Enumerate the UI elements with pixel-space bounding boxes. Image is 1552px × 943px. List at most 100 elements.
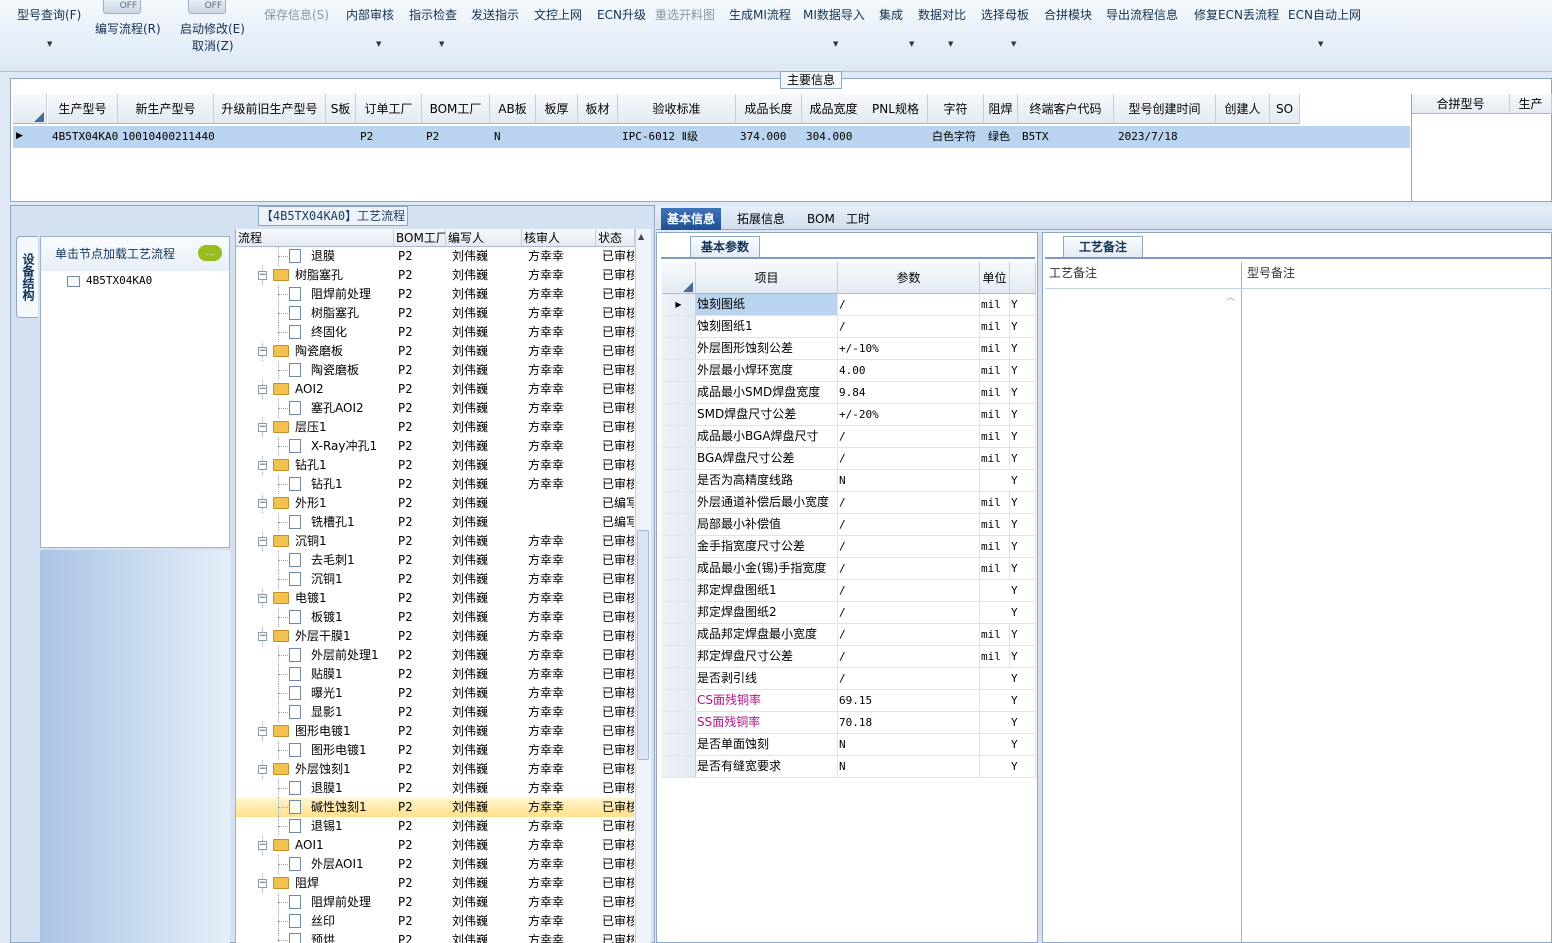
flow-row[interactable]: 退膜1 P2 刘伟巍 方幸幸 已审核 bbox=[236, 779, 634, 798]
scroll-up-icon[interactable]: ︿ bbox=[1226, 290, 1235, 303]
params-col-header[interactable]: 参数 bbox=[838, 262, 980, 294]
param-row[interactable]: ▶ 蚀刻图纸 / mil Y bbox=[662, 294, 1036, 316]
main-cell[interactable]: 白色字符 bbox=[930, 126, 986, 148]
param-row[interactable]: 是否有缝宽要求 N Y bbox=[662, 756, 1036, 778]
toolbar-button-7[interactable]: 文控上网 bbox=[534, 6, 582, 23]
flow-row[interactable]: X-Ray冲孔1 P2 刘伟巍 方幸幸 已审核 bbox=[236, 437, 634, 456]
main-cell[interactable] bbox=[216, 126, 328, 148]
main-cell[interactable]: 374.000 bbox=[738, 126, 804, 148]
main-cell[interactable]: 4B5TX04KA0 bbox=[50, 126, 120, 148]
param-row[interactable]: 局部最小补偿值 / mil Y bbox=[662, 514, 1036, 536]
param-row[interactable]: 成品最小SMD焊盘宽度 9.84 mil Y bbox=[662, 382, 1036, 404]
flow-row-selected[interactable]: 碱性蚀刻1 P2 刘伟巍 方幸幸 已审核 bbox=[236, 798, 634, 817]
main-col-header[interactable]: 板厚 bbox=[536, 94, 578, 124]
toolbar-button-6[interactable]: 发送指示 bbox=[471, 6, 519, 23]
param-cell-param[interactable]: / bbox=[838, 580, 980, 601]
flow-col-header[interactable]: 核审人 bbox=[522, 229, 596, 247]
main-cell[interactable]: N bbox=[492, 126, 538, 148]
toolbar-button-14[interactable]: 选择母板 bbox=[981, 6, 1029, 23]
param-cell-param[interactable]: / bbox=[838, 514, 980, 535]
param-cell-param[interactable]: / bbox=[838, 448, 980, 469]
tab-equipment-structure[interactable]: 设备结构 bbox=[16, 236, 38, 318]
row-header[interactable] bbox=[662, 646, 696, 667]
row-header[interactable] bbox=[662, 382, 696, 403]
main-cell[interactable]: B5TX bbox=[1020, 126, 1116, 148]
param-cell-param[interactable]: / bbox=[838, 426, 980, 447]
param-cell-param[interactable]: +/-20% bbox=[838, 404, 980, 425]
flow-col-header[interactable]: BOM工厂 bbox=[394, 229, 446, 247]
dropdown-arrow-icon[interactable]: ▼ bbox=[909, 40, 914, 48]
main-col-header[interactable]: 创建人 bbox=[1216, 94, 1270, 124]
dropdown-arrow-icon[interactable]: ▼ bbox=[47, 40, 52, 48]
main-cell[interactable] bbox=[866, 126, 930, 148]
flow-row[interactable]: 阻焊前处理 P2 刘伟巍 方幸幸 已审核 bbox=[236, 893, 634, 912]
param-cell-param[interactable]: +/-10% bbox=[838, 338, 980, 359]
toolbar-button-3[interactable]: 保存信息(S) bbox=[264, 6, 329, 23]
collapse-toggle-icon[interactable]: − bbox=[258, 841, 267, 850]
dropdown-arrow-icon[interactable]: ▼ bbox=[439, 40, 444, 48]
row-header[interactable] bbox=[662, 514, 696, 535]
flow-row[interactable]: − AOI1 P2 刘伟巍 方幸幸 已审核 bbox=[236, 836, 634, 855]
row-header[interactable] bbox=[662, 536, 696, 557]
flow-row[interactable]: 显影1 P2 刘伟巍 方幸幸 已审核 bbox=[236, 703, 634, 722]
main-col-header[interactable]: BOM工厂 bbox=[422, 94, 490, 124]
main-col-header[interactable]: AB板 bbox=[490, 94, 536, 124]
flow-row[interactable]: 退膜 P2 刘伟巍 方幸幸 已审核 bbox=[236, 247, 634, 266]
flow-row[interactable]: − 阻焊 P2 刘伟巍 方幸幸 已审核 bbox=[236, 874, 634, 893]
flow-row[interactable]: − AOI2 P2 刘伟巍 方幸幸 已审核 bbox=[236, 380, 634, 399]
toolbar-button-17[interactable]: 修复ECN丢流程 bbox=[1194, 6, 1279, 23]
param-row[interactable]: SS面残铜率 70.18 Y bbox=[662, 712, 1036, 734]
main-col-header[interactable]: 终端客户代码 bbox=[1018, 94, 1114, 124]
param-cell-param[interactable]: N bbox=[838, 470, 980, 491]
main-col-header[interactable]: 生产型号 bbox=[48, 94, 118, 124]
param-cell-param[interactable]: N bbox=[838, 734, 980, 755]
toolbar-button-18[interactable]: ECN自动上网 bbox=[1288, 6, 1361, 23]
main-col-header[interactable]: 验收标准 bbox=[618, 94, 736, 124]
toolbar-button-16[interactable]: 导出流程信息 bbox=[1106, 6, 1178, 23]
main-col-header[interactable]: PNL规格 bbox=[864, 94, 928, 124]
main-col-header[interactable]: 型号创建时间 bbox=[1114, 94, 1216, 124]
param-row[interactable]: 是否为高精度线路 N Y bbox=[662, 470, 1036, 492]
row-header[interactable] bbox=[662, 470, 696, 491]
dropdown-arrow-icon[interactable]: ▼ bbox=[1318, 40, 1323, 48]
main-cell[interactable]: 10010400211440 bbox=[120, 126, 216, 148]
param-row[interactable]: 外层最小焊环宽度 4.00 mil Y bbox=[662, 360, 1036, 382]
main-col-header[interactable]: S板 bbox=[326, 94, 356, 124]
flow-row[interactable]: 图形电镀1 P2 刘伟巍 方幸幸 已审核 bbox=[236, 741, 634, 760]
dropdown-arrow-icon[interactable]: ▼ bbox=[376, 40, 381, 48]
param-row[interactable]: CS面残铜率 69.15 Y bbox=[662, 690, 1036, 712]
tab-basic-params[interactable]: 基本参数 bbox=[690, 236, 760, 258]
param-cell-param[interactable]: 4.00 bbox=[838, 360, 980, 381]
tab-bom[interactable]: BOM bbox=[801, 208, 841, 230]
main-cell[interactable]: 304.000 bbox=[804, 126, 868, 148]
flow-row[interactable]: 去毛刺1 P2 刘伟巍 方幸幸 已审核 bbox=[236, 551, 634, 570]
toolbar-button-8[interactable]: ECN升级 bbox=[597, 6, 646, 23]
dropdown-arrow-icon[interactable]: ▼ bbox=[833, 40, 838, 48]
row-header[interactable] bbox=[662, 316, 696, 337]
flow-row[interactable]: − 图形电镀1 P2 刘伟巍 方幸幸 已审核 bbox=[236, 722, 634, 741]
main-cell[interactable] bbox=[580, 126, 620, 148]
dropdown-arrow-icon[interactable]: ▼ bbox=[1011, 40, 1016, 48]
flow-row[interactable]: 塞孔AOI2 P2 刘伟巍 方幸幸 已审核 bbox=[236, 399, 634, 418]
flow-row[interactable]: 终固化 P2 刘伟巍 方幸幸 已审核 bbox=[236, 323, 634, 342]
param-cell-param[interactable]: 9.84 bbox=[838, 382, 980, 403]
toggle-switch[interactable]: OFF bbox=[103, 0, 141, 14]
flow-row[interactable]: − 外层干膜1 P2 刘伟巍 方幸幸 已审核 bbox=[236, 627, 634, 646]
toolbar-button-11[interactable]: MI数据导入 bbox=[803, 6, 865, 23]
main-col-header[interactable]: 订单工厂 bbox=[356, 94, 422, 124]
flow-row[interactable]: − 电镀1 P2 刘伟巍 方幸幸 已审核 bbox=[236, 589, 634, 608]
param-cell-param[interactable]: N bbox=[838, 756, 980, 777]
collapse-toggle-icon[interactable]: − bbox=[258, 727, 267, 736]
flow-row[interactable]: − 钻孔1 P2 刘伟巍 方幸幸 已审核 bbox=[236, 456, 634, 475]
flow-row[interactable]: 树脂塞孔 P2 刘伟巍 方幸幸 已审核 bbox=[236, 304, 634, 323]
main-cell[interactable]: P2 bbox=[424, 126, 492, 148]
param-cell-param[interactable]: 70.18 bbox=[838, 712, 980, 733]
param-row[interactable]: 邦定焊盘图纸1/ Y bbox=[662, 580, 1036, 602]
row-header[interactable] bbox=[662, 338, 696, 359]
flow-col-header[interactable]: 编写人 bbox=[446, 229, 522, 247]
tab-hours[interactable]: 工时 bbox=[840, 208, 876, 230]
row-header[interactable] bbox=[662, 712, 696, 733]
side-col-header[interactable]: 生产 bbox=[1510, 94, 1552, 114]
flow-row[interactable]: 陶瓷磨板 P2 刘伟巍 方幸幸 已审核 bbox=[236, 361, 634, 380]
main-col-header[interactable]: 阻焊 bbox=[984, 94, 1018, 124]
